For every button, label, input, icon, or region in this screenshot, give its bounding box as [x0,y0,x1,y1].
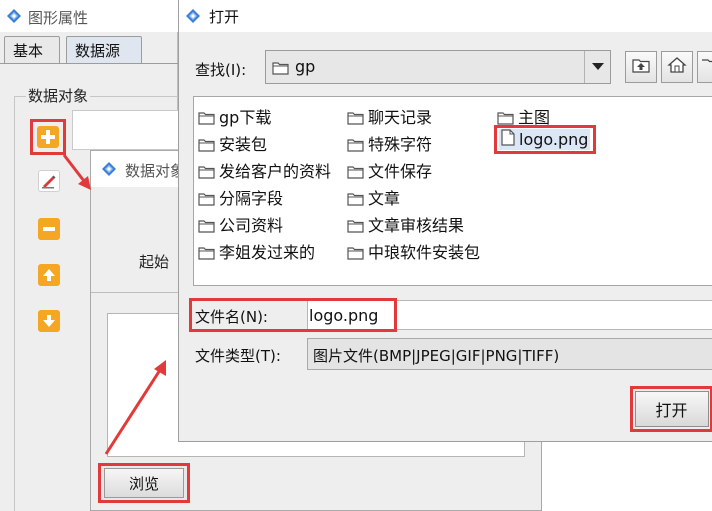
arrow-add-to-dialog [62,154,91,190]
arrow-browse-to-open [104,360,166,455]
annotation-arrows [62,154,166,455]
